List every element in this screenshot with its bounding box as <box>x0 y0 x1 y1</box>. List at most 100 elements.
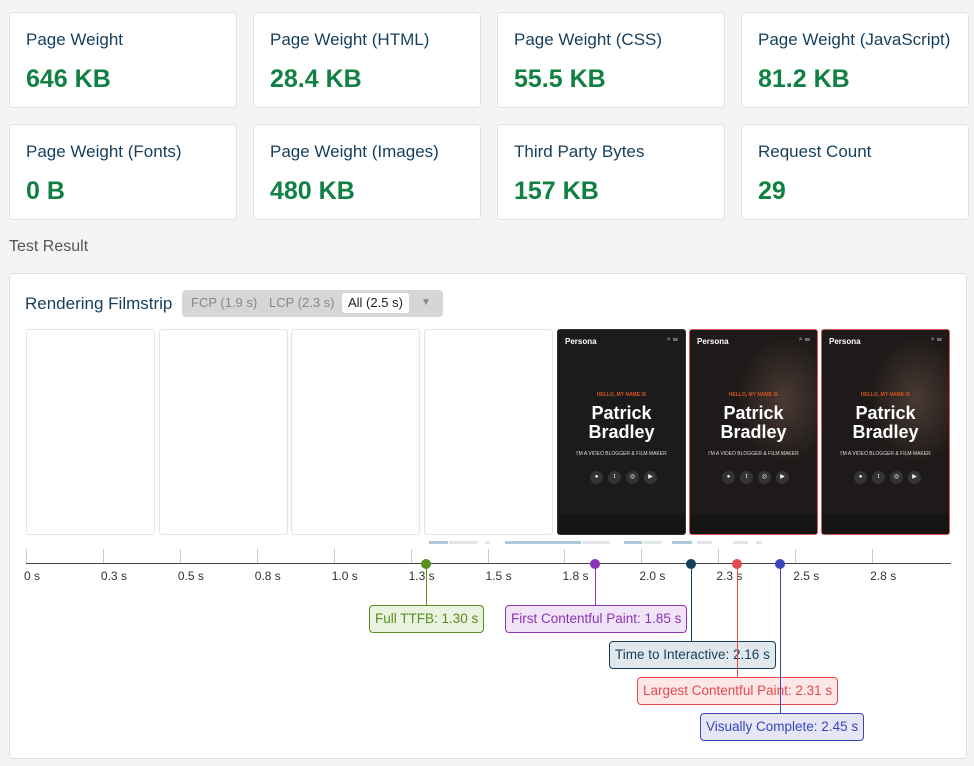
metric-label: Page Weight (JavaScript) <box>758 30 951 49</box>
marker-line <box>736 564 738 677</box>
axis-tick-label: 1.5 s <box>485 569 512 583</box>
name-line1: Patrick <box>591 403 652 423</box>
marker-label: First Contentful Paint: 1.85 s <box>505 605 688 633</box>
site-brand: Persona <box>829 337 861 346</box>
axis-tick <box>564 549 566 563</box>
request-bar <box>429 541 448 544</box>
option-fcp[interactable]: FCP (1.9 s) <box>191 295 257 310</box>
hero-subtitle: I'M A VIDEO BLOGGER & FILM MAKER <box>840 451 931 457</box>
marker-label: Largest Contentful Paint: 2.31 s <box>637 677 839 705</box>
metric-label: Page Weight (HTML) <box>270 30 430 49</box>
axis-tick-label: 1.0 s <box>331 569 358 583</box>
metric-label: Page Weight (Images) <box>270 142 439 161</box>
filmstrip-frame[interactable]: Persona ⌕ ☰ HELLO, MY NAME IS Patrick Bra… <box>821 329 950 535</box>
section-title: Test Result <box>9 238 89 255</box>
metric-card: Third Party Bytes 157 KB <box>497 124 725 220</box>
youtube-icon: ▶ <box>908 471 921 484</box>
request-bar <box>643 541 662 544</box>
marker-label: Time to Interactive: 2.16 s <box>609 641 776 669</box>
axis-tick <box>718 549 720 563</box>
marker-line <box>426 564 427 605</box>
axis-tick-label: 0.8 s <box>254 569 281 583</box>
marker-dot <box>685 559 696 569</box>
axis-tick-label: 2.8 s <box>870 569 897 583</box>
metric-value: 157 KB <box>514 177 599 205</box>
request-bar <box>733 541 748 544</box>
messenger-icon: ● <box>590 471 603 484</box>
search-menu-icon: ⌕ ☰ <box>666 336 678 343</box>
twitter-icon: t <box>872 471 885 484</box>
hero-subtitle: I'M A VIDEO BLOGGER & FILM MAKER <box>576 451 667 457</box>
marker-label: Full TTFB: 1.30 s <box>369 605 485 633</box>
filmstrip-frame-blank[interactable] <box>26 329 155 535</box>
request-bar <box>624 541 642 544</box>
marker-line <box>595 564 597 605</box>
axis-tick <box>795 549 797 563</box>
metric-label: Request Count <box>758 142 872 161</box>
axis-tick <box>487 549 489 563</box>
axis-tick <box>641 549 643 563</box>
frame-footer <box>558 514 685 534</box>
axis-tick-label: 2.0 s <box>639 569 666 583</box>
instagram-icon: ◎ <box>890 471 903 484</box>
axis-tick-label: 0 s <box>24 569 41 583</box>
metric-card: Request Count 29 <box>741 124 969 220</box>
request-bar <box>485 541 490 544</box>
hello-text: HELLO, MY NAME IS <box>728 392 779 398</box>
filmstrip-frame[interactable]: Persona ⌕ ☰ HELLO, MY NAME IS Patrick Bra… <box>557 329 686 535</box>
name-line2: Bradley <box>720 422 787 442</box>
metric-value: 29 <box>758 177 786 205</box>
axis-tick <box>26 549 27 563</box>
social-icons: ● t ◎ ▶ <box>590 471 657 484</box>
dropdown-caret-icon[interactable]: ▼ <box>421 297 431 308</box>
frame-footer <box>690 514 817 534</box>
axis-tick <box>256 549 258 563</box>
name-line2: Bradley <box>588 422 655 442</box>
metric-label: Page Weight (CSS) <box>514 30 663 49</box>
marker-line <box>779 564 781 713</box>
metric-value: 480 KB <box>270 177 355 205</box>
messenger-icon: ● <box>854 471 867 484</box>
metric-card: Page Weight 646 KB <box>9 12 237 108</box>
marker-dot <box>421 559 431 569</box>
axis-tick-label: 1.8 s <box>562 569 589 583</box>
hero-name: Patrick Bradley <box>690 404 817 442</box>
request-bar <box>505 541 581 544</box>
request-bar <box>672 541 692 544</box>
request-bar <box>582 541 610 544</box>
filmstrip-frame-blank[interactable] <box>291 329 420 535</box>
metric-card: Page Weight (CSS) 55.5 KB <box>497 12 725 108</box>
axis-tick-label: 0.3 s <box>100 569 127 583</box>
filmstrip-range-selector[interactable]: FCP (1.9 s) LCP (2.3 s) All (2.5 s) ▼ <box>182 290 443 317</box>
youtube-icon: ▶ <box>776 471 789 484</box>
request-bar <box>756 541 762 544</box>
name-line1: Patrick <box>723 403 784 423</box>
axis-tick <box>179 549 181 563</box>
metric-label: Page Weight (Fonts) <box>26 142 182 161</box>
timeline-axis <box>26 563 951 564</box>
marker-line <box>690 564 692 641</box>
site-brand: Persona <box>697 337 729 346</box>
messenger-icon: ● <box>722 471 735 484</box>
filmstrip-frame[interactable]: Persona ⌕ ☰ HELLO, MY NAME IS Patrick Bra… <box>689 329 818 535</box>
filmstrip-frame-blank[interactable] <box>159 329 288 535</box>
metric-card: Page Weight (Fonts) 0 B <box>9 124 237 220</box>
search-menu-icon: ⌕ ☰ <box>798 336 810 343</box>
metric-card: Page Weight (Images) 480 KB <box>253 124 481 220</box>
marker-dot <box>590 559 601 569</box>
instagram-icon: ◎ <box>758 471 771 484</box>
site-brand: Persona <box>565 337 597 346</box>
hero-name: Patrick Bradley <box>558 404 685 442</box>
hello-text: HELLO, MY NAME IS <box>860 392 911 398</box>
option-lcp[interactable]: LCP (2.3 s) <box>269 295 335 310</box>
filmstrip-title: Rendering Filmstrip <box>25 294 173 313</box>
hello-text: HELLO, MY NAME IS <box>596 392 647 398</box>
axis-tick <box>410 549 412 563</box>
filmstrip-frame-blank[interactable] <box>424 329 553 535</box>
request-bar <box>697 541 712 544</box>
search-menu-icon: ⌕ ☰ <box>930 336 942 343</box>
option-all[interactable]: All (2.5 s) <box>342 293 409 313</box>
metric-card: Page Weight (JavaScript) 81.2 KB <box>741 12 969 108</box>
metric-value: 28.4 KB <box>270 65 362 93</box>
marker-label: Visually Complete: 2.45 s <box>700 713 865 741</box>
